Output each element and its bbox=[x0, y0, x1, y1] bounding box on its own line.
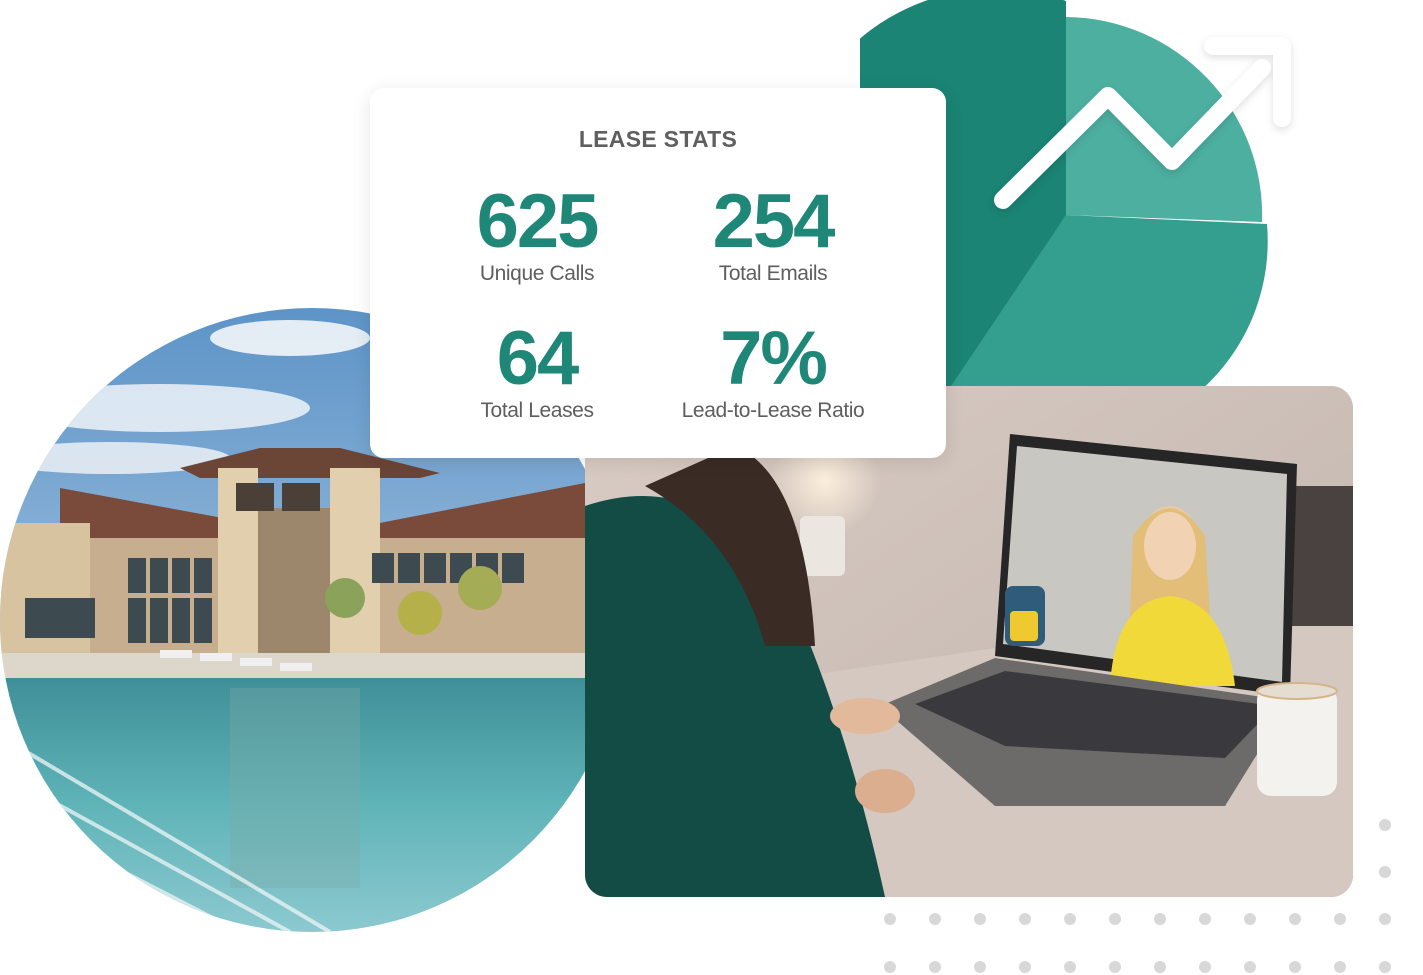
stat-unique-calls: 625 Unique Calls bbox=[407, 184, 667, 286]
grid-dot bbox=[1199, 913, 1211, 925]
grid-dot bbox=[929, 913, 941, 925]
grid-dot bbox=[1244, 913, 1256, 925]
grid-dot bbox=[1199, 961, 1211, 973]
stat-label: Total Emails bbox=[718, 262, 828, 285]
stat-label: Total Leases bbox=[480, 399, 594, 422]
grid-dot bbox=[1379, 819, 1391, 831]
grid-dot bbox=[1379, 866, 1391, 878]
grid-dot bbox=[1064, 961, 1076, 973]
card-title: LEASE STATS bbox=[578, 126, 738, 152]
grid-dot bbox=[1109, 961, 1121, 973]
grid-dot bbox=[884, 913, 896, 925]
grid-dot bbox=[1334, 961, 1346, 973]
stat-value: 7% bbox=[720, 316, 828, 401]
grid-dot bbox=[1154, 913, 1166, 925]
stat-lead-to-lease-ratio: 7% Lead-to-Lease Ratio bbox=[643, 321, 903, 423]
grid-dot bbox=[1109, 913, 1121, 925]
grid-dot bbox=[1019, 913, 1031, 925]
grid-dot bbox=[1244, 961, 1256, 973]
grid-dot bbox=[974, 913, 986, 925]
stat-total-leases: 64 Total Leases bbox=[407, 321, 667, 423]
grid-dot bbox=[1154, 961, 1166, 973]
grid-dot bbox=[884, 961, 896, 973]
stat-value: 625 bbox=[476, 179, 600, 264]
grid-dot bbox=[1379, 961, 1391, 973]
grid-dot bbox=[1334, 913, 1346, 925]
video-call-photo bbox=[585, 386, 1353, 897]
grid-dot bbox=[1289, 961, 1301, 973]
grid-dot bbox=[1019, 961, 1031, 973]
stat-value: 64 bbox=[496, 316, 580, 401]
grid-dot bbox=[1379, 913, 1391, 925]
stat-label: Unique Calls bbox=[479, 262, 595, 285]
stat-label: Lead-to-Lease Ratio bbox=[681, 399, 865, 422]
grid-dot bbox=[1289, 913, 1301, 925]
stat-total-emails: 254 Total Emails bbox=[643, 184, 903, 286]
stat-value: 254 bbox=[712, 179, 836, 264]
grid-dot bbox=[929, 961, 941, 973]
grid-dot bbox=[1064, 913, 1076, 925]
grid-dot bbox=[974, 961, 986, 973]
lease-stats-card: LEASE STATS 625 Unique Calls 254 Total E… bbox=[370, 88, 946, 458]
